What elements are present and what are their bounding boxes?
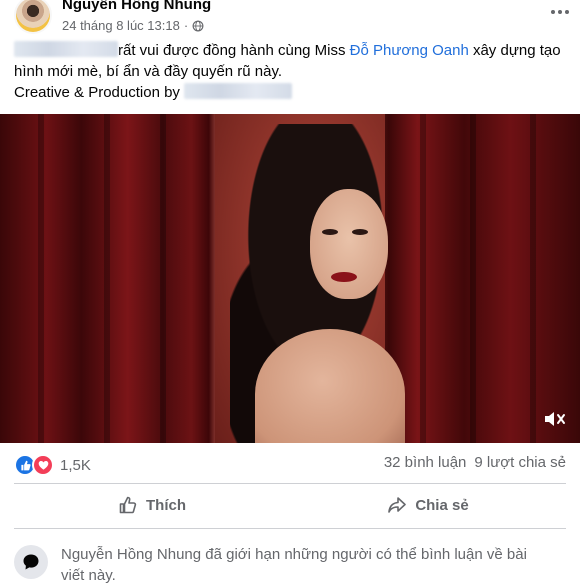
meta-separator: ·	[183, 18, 189, 33]
reactions-summary[interactable]: 1,5K	[14, 454, 91, 476]
share-label: Chia sẻ	[415, 496, 469, 514]
comment-bubble-icon	[14, 545, 48, 579]
more-options-button[interactable]	[546, 2, 574, 22]
tagged-profile-link[interactable]: Đỗ Phương Oanh	[350, 42, 469, 59]
post-header: Nguyễn Hồng Nhung 24 tháng 8 lúc 13:18 ·	[14, 0, 574, 40]
more-horizontal-icon	[551, 10, 555, 14]
love-reaction-icon	[32, 454, 54, 476]
engagement-counts: 32 bình luận 9 lượt chia sẻ	[384, 454, 566, 471]
divider	[14, 528, 566, 529]
post-stats: 1,5K 32 bình luận 9 lượt chia sẻ	[14, 452, 566, 476]
globe-icon[interactable]	[192, 20, 204, 32]
redacted-name	[14, 41, 118, 57]
share-button[interactable]: Chia sẻ	[290, 487, 566, 523]
post-meta: 24 tháng 8 lúc 13:18 ·	[62, 18, 204, 33]
post-actions: Thích Chia sẻ	[14, 487, 566, 523]
like-button[interactable]: Thích	[14, 487, 290, 523]
volume-muted-icon	[545, 412, 565, 426]
like-label: Thích	[146, 496, 186, 514]
facebook-post: Nguyễn Hồng Nhung 24 tháng 8 lúc 13:18 ·…	[0, 0, 580, 586]
comment-count[interactable]: 32 bình luận	[384, 454, 467, 471]
video-subject	[310, 189, 388, 299]
post-video[interactable]	[0, 114, 580, 443]
reaction-count: 1,5K	[60, 456, 91, 474]
divider	[14, 483, 566, 484]
thumbs-up-icon	[119, 496, 137, 514]
post-caption: rất vui được đồng hành cùng Miss Đỗ Phươ…	[14, 40, 570, 103]
caption-credit: Creative & Production by	[14, 84, 185, 101]
caption-text: rất vui được đồng hành cùng Miss	[118, 42, 350, 59]
notice-text: Nguyễn Hồng Nhung đã giới hạn những ngườ…	[61, 546, 527, 584]
share-count[interactable]: 9 lượt chia sẻ	[474, 454, 566, 471]
author-name[interactable]: Nguyễn Hồng Nhung	[62, 0, 211, 13]
redacted-credit	[184, 83, 293, 99]
mute-button[interactable]	[542, 408, 568, 430]
author-avatar[interactable]	[14, 0, 52, 34]
share-arrow-icon	[388, 497, 407, 513]
post-timestamp[interactable]: 24 tháng 8 lúc 13:18	[62, 18, 180, 33]
